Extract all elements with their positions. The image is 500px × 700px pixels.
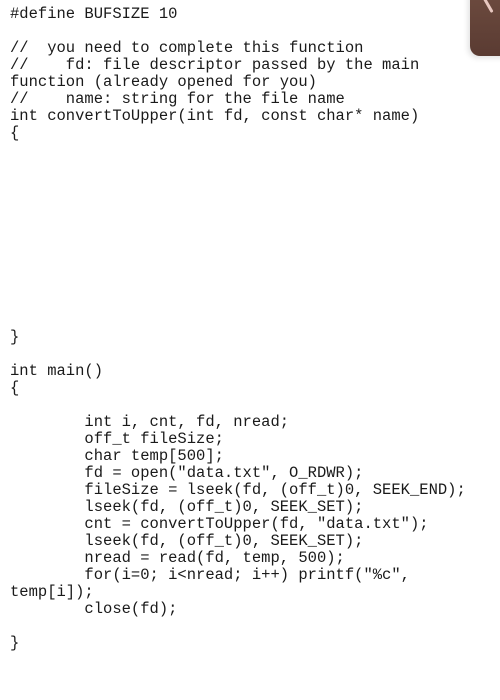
code-line-statement: close(fd); — [10, 600, 178, 618]
code-line-statement: lseek(fd, (off_t)0, SEEK_SET); — [10, 532, 364, 550]
code-line-close-brace: } — [10, 328, 20, 346]
code-line-statement: fileSize = lseek(fd, (off_t)0, SEEK_END)… — [10, 481, 466, 499]
code-line-statement: nread = read(fd, temp, 500); — [10, 549, 345, 567]
corner-pen-tab[interactable] — [470, 0, 500, 56]
code-line-open-brace: { — [10, 379, 20, 397]
code-line-comment: // you need to complete this function — [10, 39, 364, 57]
code-listing: #define BUFSIZE 10 // you need to complet… — [10, 6, 466, 652]
code-line-close-brace: } — [10, 634, 20, 652]
code-line-comment: // name: string for the file name — [10, 90, 345, 108]
code-line-for-loop-wrap: temp[i]); — [10, 583, 94, 601]
code-line-declaration: off_t fileSize; — [10, 430, 224, 448]
code-line-declaration: char temp[500]; — [10, 447, 224, 465]
code-line-statement: fd = open("data.txt", O_RDWR); — [10, 464, 364, 482]
code-line-comment-wrap: function (already opened for you) — [10, 73, 317, 91]
code-line-for-loop: for(i=0; i<nread; i++) printf("%c", — [10, 566, 410, 584]
pen-tab-icon — [480, 0, 494, 14]
code-line-comment: // fd: file descriptor passed by the mai… — [10, 56, 420, 74]
code-line-statement: lseek(fd, (off_t)0, SEEK_SET); — [10, 498, 364, 516]
code-line-open-brace: { — [10, 124, 20, 142]
code-line-function-signature: int convertToUpper(int fd, const char* n… — [10, 107, 420, 125]
code-line-main-signature: int main() — [10, 362, 104, 380]
code-line-declaration: int i, cnt, fd, nread; — [10, 413, 290, 431]
code-line-statement: cnt = convertToUpper(fd, "data.txt"); — [10, 515, 429, 533]
code-line-define: #define BUFSIZE 10 — [10, 5, 178, 23]
